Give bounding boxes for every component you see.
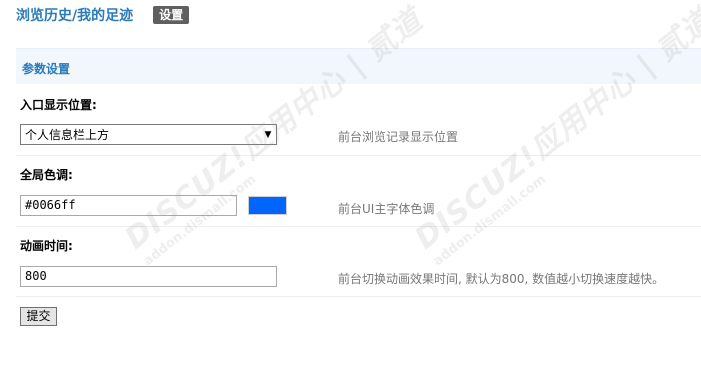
submit-button[interactable]: 提交	[20, 307, 57, 326]
chevron-down-icon: ▼	[264, 129, 272, 140]
row-divider	[16, 296, 701, 297]
entry-position-help: 前台浏览记录显示位置	[338, 130, 459, 144]
color-swatch[interactable]	[248, 196, 287, 215]
animation-time-help: 前台切换动画效果时间, 默认为800, 数值越小切换速度越快。	[338, 272, 665, 286]
entry-position-value: 个人信息栏上方	[25, 128, 110, 142]
global-color-input[interactable]: #0066ff	[20, 195, 237, 216]
row-divider	[16, 155, 701, 156]
section-header: 参数设置	[16, 48, 701, 84]
global-color-help: 前台UI主字体色调	[338, 202, 435, 216]
global-color-label: 全局色调:	[20, 168, 73, 182]
entry-position-select[interactable]: 个人信息栏上方 ▼	[20, 124, 277, 145]
animation-time-label: 动画时间:	[20, 239, 73, 253]
page-title: 浏览历史/我的足迹	[16, 8, 134, 24]
animation-time-input[interactable]: 800	[20, 266, 277, 287]
section-title: 参数设置	[22, 62, 71, 76]
tab-settings[interactable]: 设置	[153, 6, 190, 24]
entry-position-label: 入口显示位置:	[20, 98, 97, 112]
row-divider	[16, 226, 701, 227]
page-header: 浏览历史/我的足迹 设置	[16, 6, 190, 24]
